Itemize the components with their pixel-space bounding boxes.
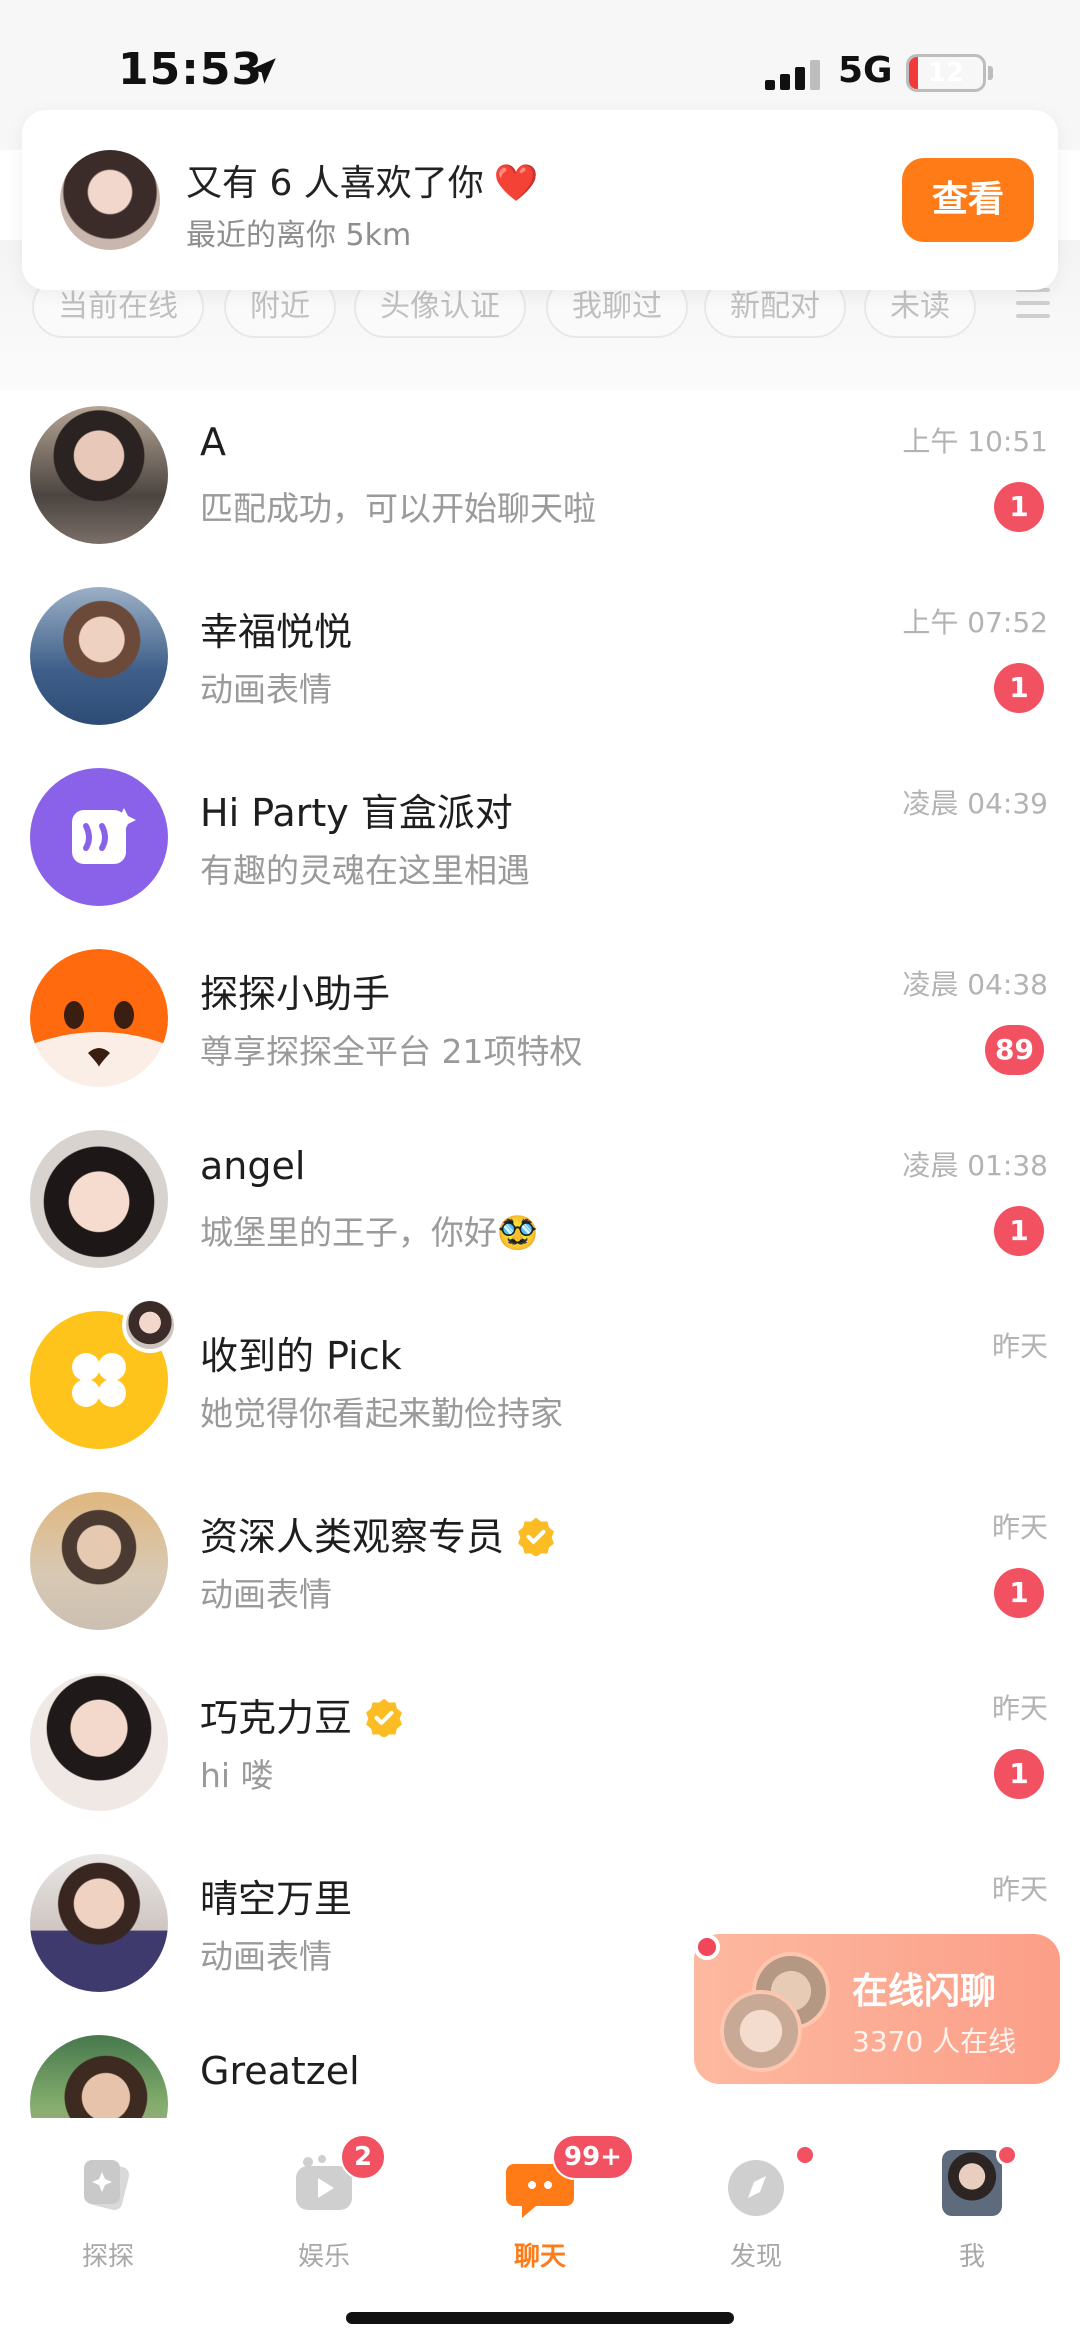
contact-name: Greatzel (200, 2049, 360, 2093)
conversation-list: A 匹配成功，可以开始聊天啦 上午 10:51 1 幸福悦悦 动画表情 上午 0… (0, 376, 1080, 2118)
conversation-row[interactable]: 幸福悦悦 动画表情 上午 07:52 1 (0, 557, 1080, 738)
conversation-row[interactable]: 收到的 Pick 她觉得你看起来勤俭持家 昨天 (0, 1281, 1080, 1462)
cards-icon (84, 2160, 130, 2211)
message-time: 凌晨 01:38 (902, 1149, 1048, 1182)
message-preview: 她觉得你看起来勤俭持家 (200, 1394, 563, 1433)
home-indicator (346, 2312, 734, 2324)
message-preview: 匹配成功，可以开始聊天啦 (200, 489, 596, 528)
tab-label: 探探 (81, 2242, 134, 2272)
conversation-row[interactable]: 巧克力豆 hi 喽 昨天 1 (0, 1643, 1080, 1824)
contact-name: Hi Party 盲盒派对 (200, 791, 513, 835)
avatar (30, 1130, 168, 1268)
message-time: 凌晨 04:38 (902, 968, 1048, 1001)
heart-icon: ❤️ (493, 163, 539, 204)
conversation-row[interactable]: 探探小助手 尊享探探全平台 21项特权 凌晨 04:38 89 (0, 919, 1080, 1100)
message-time: 昨天 (991, 1873, 1048, 1906)
tab-chat[interactable]: 99+ 聊天 (460, 2134, 634, 2280)
message-time: 上午 10:51 (902, 425, 1048, 458)
tab-discover[interactable]: 发现 (676, 2140, 836, 2280)
message-preview: 动画表情 (200, 670, 332, 709)
tab-badge: 99+ (552, 2134, 634, 2180)
location-arrow-icon (250, 58, 276, 84)
banner-title-text: 又有 6 人喜欢了你 (186, 163, 484, 204)
online-chat-title: 在线闪聊 (852, 1971, 997, 2012)
avatar (30, 1492, 168, 1630)
message-preview: 动画表情 (200, 1937, 332, 1976)
unread-badge: 1 (994, 663, 1044, 713)
unread-badge: 1 (994, 1206, 1044, 1256)
bottom-tab-bar: 探探 2 娱乐 99+ 聊天 发现 我 (0, 2118, 1080, 2341)
conversation-row[interactable]: angel 城堡里的王子，你好🥸 凌晨 01:38 1 (0, 1100, 1080, 1281)
avatar (30, 1673, 168, 1811)
contact-name: 收到的 Pick (200, 1334, 402, 1378)
filter-menu-icon[interactable] (1016, 288, 1050, 327)
contact-name: A (200, 420, 226, 464)
compass-icon (728, 2160, 784, 2216)
contact-name-wrap: 巧克力豆 (200, 1687, 404, 1742)
contact-name: 巧克力豆 (200, 1696, 353, 1740)
avatar (30, 2035, 168, 2118)
battery-level: 12 (927, 58, 965, 88)
contact-name: 探探小助手 (200, 972, 391, 1016)
party-box-icon (30, 768, 168, 906)
message-time: 昨天 (991, 1511, 1048, 1544)
message-preview: 动画表情 (200, 1575, 332, 1614)
clover-icon (30, 1297, 178, 1449)
contact-name: 幸福悦悦 (200, 610, 353, 654)
contact-name: angel (200, 1144, 306, 1188)
banner-avatar (60, 150, 160, 250)
avatar (30, 1854, 168, 1992)
unread-badge: 89 (985, 1025, 1044, 1075)
battery-icon: 12 (906, 54, 986, 92)
message-time: 昨天 (991, 1330, 1048, 1363)
status-time: 15:53 (118, 44, 264, 95)
avatar (30, 587, 168, 725)
view-button[interactable]: 查看 (902, 158, 1034, 242)
message-time: 凌晨 04:39 (902, 787, 1048, 820)
tab-badge: 2 (340, 2134, 386, 2180)
message-time: 昨天 (991, 1692, 1048, 1725)
tab-tantan[interactable]: 探探 (28, 2140, 188, 2280)
tab-label: 我 (958, 2242, 985, 2272)
conversation-row[interactable]: A 匹配成功，可以开始聊天啦 上午 10:51 1 (0, 376, 1080, 557)
message-preview: 城堡里的王子，你好🥸 (200, 1213, 539, 1252)
message-preview: 有趣的灵魂在这里相遇 (200, 851, 530, 890)
online-chat-dot (694, 1934, 720, 1960)
signal-strength-icon (765, 58, 821, 90)
avatar (30, 406, 168, 544)
pick-sender-avatar (122, 1297, 178, 1353)
contact-name-wrap: 资深人类观察专员 (200, 1506, 556, 1561)
tab-label: 娱乐 (297, 2242, 350, 2272)
fox-mascot-icon (30, 949, 168, 1087)
message-preview: hi 喽 (200, 1756, 274, 1795)
message-time: 上午 07:52 (902, 606, 1048, 639)
unread-badge: 1 (994, 1568, 1044, 1618)
verified-badge-icon (366, 1698, 403, 1737)
battery-tip (988, 66, 993, 80)
tab-notification-dot (794, 2144, 816, 2166)
tab-label: 聊天 (513, 2242, 566, 2272)
online-user-avatar (720, 1990, 802, 2072)
verified-badge-icon (518, 1517, 555, 1556)
unread-badge: 1 (994, 482, 1044, 532)
banner-subtitle: 最近的离你 5km (186, 218, 412, 253)
likes-banner[interactable]: 又有 6 人喜欢了你 ❤️ 最近的离你 5km 查看 (22, 110, 1058, 290)
tab-label: 发现 (729, 2242, 782, 2272)
network-type: 5G (838, 50, 893, 91)
conversation-row[interactable]: Hi Party 盲盒派对 有趣的灵魂在这里相遇 凌晨 04:39 (0, 738, 1080, 919)
tab-notification-dot (996, 2144, 1018, 2166)
tab-me[interactable]: 我 (892, 2140, 1052, 2280)
online-chat-count: 3370 人在线 (852, 2025, 1017, 2058)
profile-avatar (942, 2150, 1002, 2216)
conversation-row[interactable]: 资深人类观察专员 动画表情 昨天 1 (0, 1462, 1080, 1643)
banner-title: 又有 6 人喜欢了你 ❤️ (186, 154, 539, 206)
contact-name: 晴空万里 (200, 1877, 353, 1921)
tab-entertainment[interactable]: 2 娱乐 (244, 2134, 404, 2280)
message-preview: 尊享探探全平台 21项特权 (200, 1032, 583, 1071)
contact-name: 资深人类观察专员 (200, 1515, 505, 1559)
unread-badge: 1 (994, 1749, 1044, 1799)
